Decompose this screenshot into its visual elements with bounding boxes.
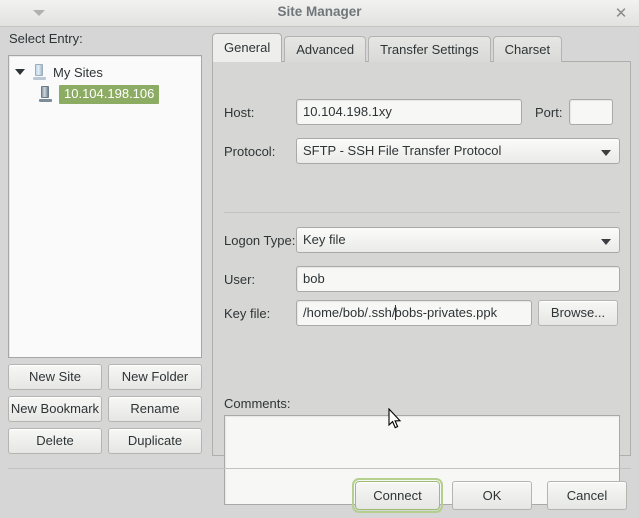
protocol-select[interactable]: SFTP - SSH File Transfer Protocol (296, 138, 620, 164)
protocol-row: Protocol: SFTP - SSH File Transfer Proto… (224, 138, 620, 164)
new-folder-button[interactable]: New Folder (108, 364, 202, 390)
cancel-button[interactable]: Cancel (547, 481, 627, 510)
key-file-input[interactable]: /home/bob/.ssh/bobs-privates.ppk (296, 300, 532, 326)
key-file-row: Key file: /home/bob/.ssh/bobs-privates.p… (224, 300, 620, 326)
close-icon[interactable]: ✕ (612, 5, 630, 23)
settings-notebook: General Advanced Transfer Settings Chars… (212, 33, 631, 505)
connect-button[interactable]: Connect (352, 478, 443, 513)
expander-open-icon[interactable] (15, 69, 25, 75)
key-file-label: Key file: (224, 305, 271, 321)
key-file-value-before-caret: /home/bob/.ssh/ (303, 305, 396, 320)
port-input[interactable] (569, 99, 614, 125)
chevron-down-icon (601, 239, 611, 245)
tab-bar: General Advanced Transfer Settings Chars… (212, 33, 563, 62)
logon-type-label: Logon Type: (224, 232, 296, 248)
chevron-down-icon (601, 150, 611, 156)
host-label: Host: (224, 104, 255, 120)
ok-button[interactable]: OK (452, 481, 532, 510)
duplicate-button[interactable]: Duplicate (108, 428, 202, 454)
logon-type-row: Logon Type: Key file (224, 227, 620, 253)
comments-label: Comments: (224, 396, 291, 411)
host-row: Host: 10.104.198.1xy Port: (224, 99, 620, 125)
new-site-button[interactable]: New Site (8, 364, 102, 390)
tab-advanced[interactable]: Advanced (284, 36, 367, 62)
site-tree[interactable]: My Sites 10.104.198.106 (8, 55, 202, 358)
section-divider (224, 212, 620, 213)
tree-item-label-selected: 10.104.198.106 (59, 84, 160, 104)
protocol-label: Protocol: (224, 143, 276, 159)
window-titlebar: Site Manager ✕ (0, 0, 639, 27)
server-icon (33, 64, 46, 80)
user-input[interactable]: bob (296, 266, 620, 292)
rename-button[interactable]: Rename (108, 396, 202, 422)
tree-item-my-sites[interactable]: My Sites (9, 61, 201, 83)
site-tree-actions: New Site New Folder New Bookmark Rename … (8, 364, 202, 454)
window-title: Site Manager (277, 4, 362, 19)
select-entry-label: Select Entry: (9, 31, 83, 46)
logon-type-select-value: Key file (303, 232, 346, 247)
dialog-divider (8, 468, 631, 469)
new-bookmark-button[interactable]: New Bookmark (8, 396, 102, 422)
tab-charset[interactable]: Charset (492, 36, 563, 62)
browse-button[interactable]: Browse... (538, 300, 618, 326)
server-icon (39, 86, 52, 102)
tree-item-label: My Sites (53, 64, 103, 80)
logon-type-select[interactable]: Key file (296, 227, 620, 253)
tree-item-site-1[interactable]: 10.104.198.106 (9, 83, 201, 105)
tab-panel-general: Host: 10.104.198.1xy Port: Protocol: SFT… (212, 61, 631, 505)
host-input[interactable]: 10.104.198.1xy (296, 99, 522, 125)
key-file-value-after-caret: bobs-privates.ppk (394, 305, 498, 320)
delete-button[interactable]: Delete (8, 428, 102, 454)
protocol-select-value: SFTP - SSH File Transfer Protocol (303, 143, 502, 158)
tab-general[interactable]: General (212, 33, 283, 62)
user-label: User: (224, 271, 256, 287)
user-row: User: bob (224, 266, 620, 292)
port-label: Port: (535, 104, 563, 120)
tab-transfer-settings[interactable]: Transfer Settings (368, 36, 491, 62)
